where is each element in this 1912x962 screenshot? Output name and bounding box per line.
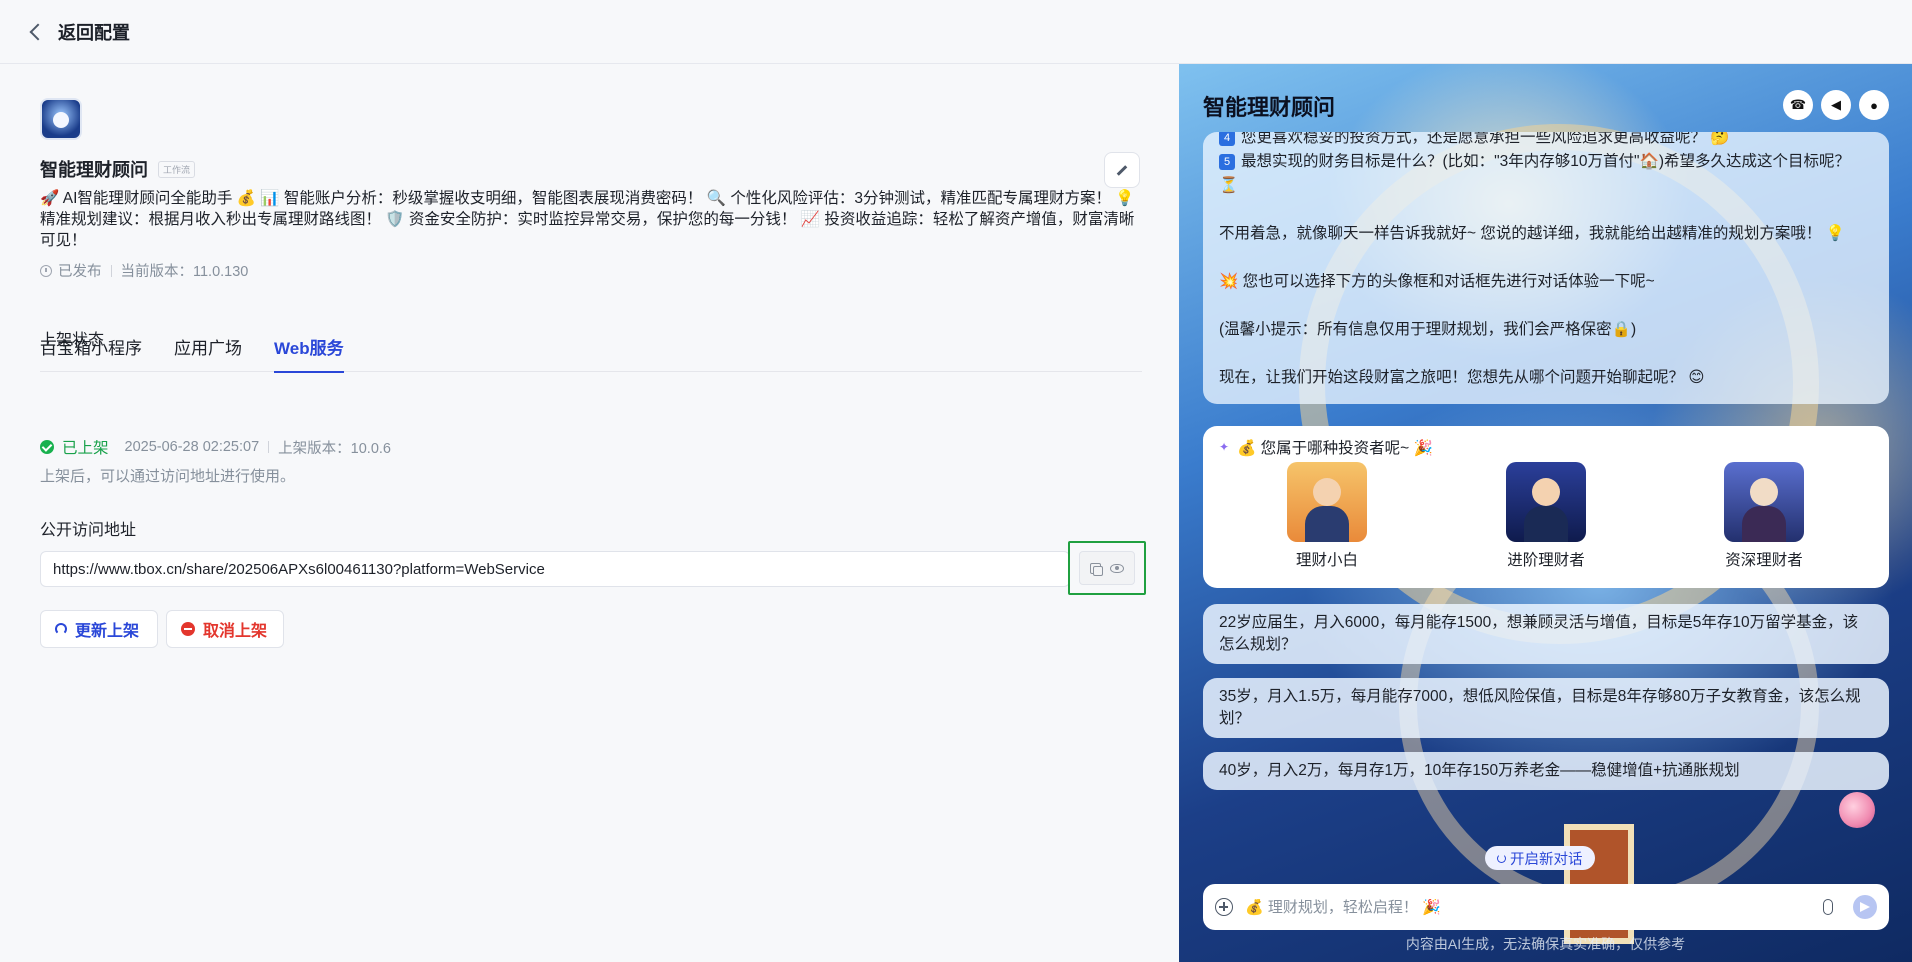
clock-icon [40, 264, 52, 277]
persona-beginner[interactable]: 理财小白 [1267, 462, 1387, 570]
divider [268, 441, 270, 453]
edit-agent-button[interactable] [1104, 152, 1140, 188]
update-listing-button[interactable]: 更新上架 [40, 610, 158, 648]
message-line: (温馨小提示：所有信息仅用于理财规划，我们会严格保密🔒) [1219, 321, 1637, 338]
minus-circle-icon [181, 622, 195, 636]
refresh-icon [1497, 853, 1506, 863]
listing-version: 上架版本：10.0.6 [278, 440, 391, 457]
add-attachment-icon[interactable] [1215, 898, 1233, 916]
assistant-message: 4 您更喜欢稳妥的投资方式，还是愿意承担一些风险追求更高收益呢？ 🤔 5 最想实现的… [1203, 132, 1889, 404]
agent-description: 🚀 AI智能理财顾问全能助手 💰 📊 智能账户分析：秒级掌握收支明细，智能图表展… [40, 190, 1135, 249]
suggested-question[interactable]: 22岁应届生，月入6000，每月能存1500，想兼顾灵活与增值，目标是5年存10… [1203, 604, 1889, 664]
tab-app-square[interactable]: 应用广场 [174, 332, 242, 372]
agent-name-row: 智能理财顾问 工作流 [40, 156, 196, 182]
agent-avatar [40, 98, 82, 140]
refresh-icon [55, 623, 67, 635]
persona-avatar [1724, 462, 1804, 542]
publish-status: 已发布 [58, 264, 102, 280]
update-listing-label: 更新上架 [75, 623, 140, 640]
chat-title: 智能理财顾问 [1203, 95, 1336, 120]
preview-eye-icon[interactable] [1110, 563, 1125, 573]
new-chat-button[interactable]: 开启新对话 [1485, 846, 1595, 870]
url-actions-group [1068, 541, 1146, 595]
listing-hint: 上架后，可以通过访问地址进行使用。 [40, 468, 296, 485]
listing-status-row: 已上架 2025-06-28 02:25:07 上架版本：10.0.6 [40, 436, 391, 458]
tab-web-service[interactable]: Web服务 [274, 332, 344, 373]
persona-avatar [1287, 462, 1367, 542]
listing-time: 2025-06-28 02:25:07 [124, 439, 260, 455]
number-badge-icon: 5 [1219, 153, 1235, 170]
message-line: 不用着急，就像聊天一样告诉我就好~ 您说的越详细，我就能给出越精准的规划方案哦！… [1219, 225, 1845, 242]
config-panel: 智能理财顾问 工作流 🚀 AI智能理财顾问全能助手 💰 📊 智能账户分析：秒级掌… [0, 64, 1178, 962]
public-url-title: 公开访问地址 [40, 522, 137, 539]
persona-name: 资深理财者 [1725, 552, 1803, 569]
phone-icon[interactable]: ☎ [1783, 90, 1813, 120]
publish-channel-tabs: 百宝箱小程序 应用广场 Web服务 [40, 332, 1142, 373]
persona-avatar [1506, 462, 1586, 542]
brain-icon[interactable]: ● [1859, 90, 1889, 120]
persona-intermediate[interactable]: 进阶理财者 [1486, 462, 1606, 570]
message-line: 💥 您也可以选择下方的头像框和对话框先进行对话体验一下呢~ [1219, 273, 1655, 290]
agent-status-line: 已发布 当前版本：11.0.130 [40, 260, 248, 281]
agent-type-tag: 工作流 [158, 160, 196, 178]
chat-input-bar [1203, 884, 1889, 930]
top-bar: 返回配置 [0, 0, 1912, 64]
check-circle-icon [40, 440, 54, 454]
persona-prompt-text: 💰 您属于哪种投资者呢~ 🎉 [1237, 440, 1433, 457]
persona-name: 理财小白 [1295, 552, 1358, 569]
send-icon[interactable] [1853, 895, 1877, 919]
ai-disclaimer: 内容由AI生成，无法确保真实准确，仅供参考 [1405, 936, 1686, 952]
microphone-icon[interactable] [1823, 899, 1833, 915]
new-chat-label: 开启新对话 [1510, 851, 1583, 868]
chat-input[interactable] [1245, 898, 1823, 916]
persona-name: 进阶理财者 [1507, 552, 1585, 569]
chat-preview-panel: 智能理财顾问 ☎ ◀ ● 4 您更喜欢稳妥的投资方式，还是愿意承担一些风险追求更高… [1179, 64, 1912, 962]
current-version: 当前版本：11.0.130 [120, 264, 249, 280]
listing-status-title: 上架状态 [40, 332, 105, 349]
message-line: 4 您更喜欢稳妥的投资方式，还是愿意承担一些风险追求更高收益呢？ 🤔 [1219, 132, 1873, 150]
persona-prompt: ✦ 💰 您属于哪种投资者呢~ 🎉 [1219, 436, 1433, 458]
agent-name: 智能理财顾问 [40, 160, 148, 180]
message-line: 现在，让我们开始这段财富之旅吧！您想先从哪个问题开始聊起呢？ 😊 [1219, 369, 1705, 386]
persona-selector: ✦ 💰 您属于哪种投资者呢~ 🎉 理财小白 进阶理财者 资深理财者 [1203, 426, 1889, 588]
cancel-listing-button[interactable]: 取消上架 [166, 610, 284, 648]
copy-icon[interactable] [1089, 562, 1103, 576]
suggested-question[interactable]: 35岁，月入1.5万，每月能存7000，想低风险保值，目标是8年存够80万子女教… [1203, 678, 1889, 738]
public-url-field[interactable]: https://www.tbox.cn/share/202506APXs6l00… [40, 551, 1070, 587]
mute-icon[interactable]: ◀ [1821, 90, 1851, 120]
cancel-listing-label: 取消上架 [203, 623, 268, 640]
back-to-config-link[interactable]: 返回配置 [58, 19, 130, 45]
divider [110, 264, 112, 277]
listing-state: 已上架 [62, 440, 109, 457]
mascot-avatar[interactable] [1839, 792, 1875, 828]
pencil-icon [1116, 164, 1128, 176]
sparkle-icon: ✦ [1219, 440, 1230, 454]
number-badge-icon: 4 [1219, 132, 1235, 146]
back-chevron-icon[interactable] [29, 23, 47, 40]
persona-expert[interactable]: 资深理财者 [1704, 462, 1824, 570]
suggested-question[interactable]: 40岁，月入2万，每月存1万，10年存150万养老金——稳健增值+抗通胀规划 [1203, 752, 1889, 790]
message-line: 5 最想实现的财务目标是什么？(比如："3年内存够10万首付"🏠)希望多久达成这个… [1219, 153, 1850, 194]
